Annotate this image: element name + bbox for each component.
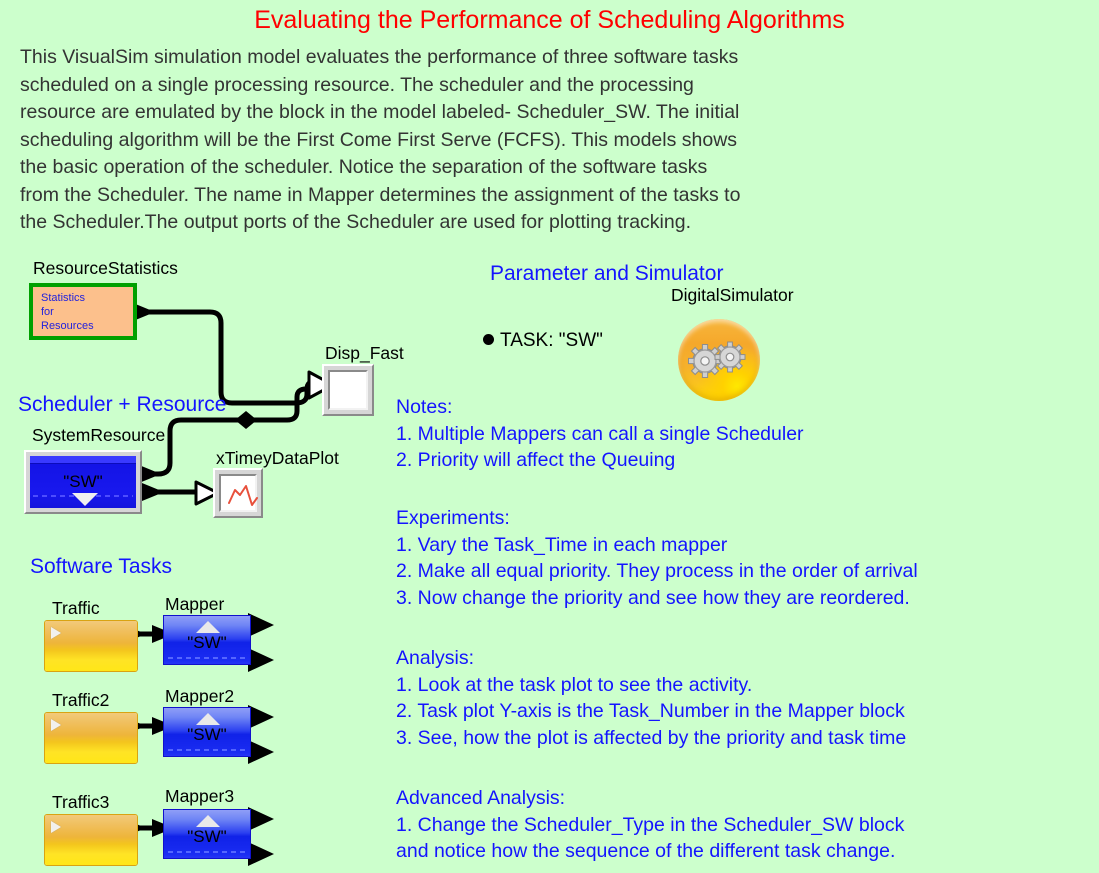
- analysis-heading: Analysis:: [396, 647, 475, 669]
- resource-statistics-body: Statistics for Resources: [41, 292, 94, 332]
- traffic-block[interactable]: [44, 620, 138, 672]
- system-resource-value: "SW": [63, 472, 103, 491]
- digital-simulator-block[interactable]: [678, 319, 760, 401]
- mapper-label: Mapper3: [165, 786, 235, 806]
- notes-item: 1. Multiple Mappers can call a single Sc…: [396, 422, 804, 445]
- intro-paragraph: This VisualSim simulation model evaluate…: [20, 44, 920, 237]
- notes-section: Notes: 1. Multiple Mappers can call a si…: [396, 394, 804, 474]
- intro-line: This VisualSim simulation model evaluate…: [20, 46, 739, 68]
- experiments-heading: Experiments:: [396, 507, 510, 529]
- traffic-block[interactable]: [44, 712, 138, 764]
- resource-statistics-block[interactable]: Statistics for Resources: [29, 283, 137, 340]
- advanced-analysis-section: Advanced Analysis: 1. Change the Schedul…: [396, 785, 904, 865]
- analysis-item: 2. Task plot Y-axis is the Task_Number i…: [396, 700, 905, 722]
- system-resource-label: SystemResource: [32, 425, 166, 445]
- section-scheduler-resource: Scheduler + Resource: [18, 393, 227, 416]
- mapper-block[interactable]: "SW": [163, 707, 251, 757]
- mapper-value: "SW": [187, 633, 227, 652]
- play-icon: [51, 821, 61, 833]
- page-title: Evaluating the Performance of Scheduling…: [254, 6, 845, 34]
- mapper-block[interactable]: "SW": [163, 809, 251, 859]
- task-parameter-text: TASK: "SW": [500, 330, 603, 351]
- advanced-analysis-item: and notice how the sequence of the diffe…: [396, 840, 896, 862]
- mapper-block[interactable]: "SW": [163, 615, 251, 665]
- system-resource-face: "SW": [30, 456, 136, 508]
- section-software-tasks: Software Tasks: [30, 555, 173, 578]
- disp-fast-screen: [328, 370, 368, 410]
- traffic-block[interactable]: [44, 814, 138, 866]
- model-canvas: Evaluating the Performance of Scheduling…: [0, 0, 1099, 873]
- advanced-analysis-heading: Advanced Analysis:: [396, 787, 566, 809]
- mapper-value: "SW": [187, 725, 227, 744]
- disp-fast-label: Disp_Fast: [325, 343, 404, 363]
- mapper-label: Mapper2: [165, 686, 235, 706]
- experiments-section: Experiments: 1. Vary the Task_Time in ea…: [396, 505, 918, 611]
- intro-line: from the Scheduler. The name in Mapper d…: [20, 183, 741, 206]
- waveform-icon: [228, 485, 258, 506]
- notes-heading: Notes:: [396, 396, 453, 418]
- analysis-item: 3. See, how the plot is affected by the …: [396, 726, 907, 749]
- xtimey-plot-block[interactable]: [213, 468, 263, 518]
- resource-statistics-label: ResourceStatistics: [33, 258, 178, 278]
- analysis-item: 1. Look at the task plot to see the acti…: [396, 673, 753, 696]
- triangle-up-icon: [196, 815, 220, 827]
- mapper-dashbar: [168, 851, 246, 853]
- experiments-item: 1. Vary the Task_Time in each mapper: [396, 533, 728, 556]
- play-icon: [51, 627, 61, 639]
- mapper-dashbar: [168, 657, 246, 659]
- triangle-up-icon: [196, 621, 220, 633]
- advanced-analysis-item: 1. Change the Scheduler_Type in the Sche…: [396, 813, 905, 836]
- analysis-section: Analysis: 1. Look at the task plot to se…: [396, 645, 906, 751]
- experiments-item: 3. Now change the priority and see how t…: [396, 586, 910, 609]
- mapper-value: "SW": [187, 827, 227, 846]
- notes-item: 2. Priority will affect the Queuing: [396, 449, 676, 471]
- intro-line: the basic operation of the scheduler. No…: [20, 156, 708, 178]
- xtimey-plot-screen: [219, 474, 258, 512]
- traffic-label: Traffic2: [52, 690, 110, 710]
- gears-icon: [688, 341, 746, 378]
- intro-line: resource are emulated by the block in th…: [20, 101, 740, 123]
- bullet-icon: [483, 334, 494, 345]
- task-parameter: TASK: "SW": [483, 330, 603, 352]
- mapper-label: Mapper: [165, 594, 225, 614]
- intro-line: scheduling algorithm will be the First C…: [20, 128, 738, 151]
- triangle-up-icon: [196, 713, 220, 725]
- play-icon: [51, 719, 61, 731]
- experiments-item: 2. Make all equal priority. They process…: [396, 560, 918, 582]
- disp-fast-block[interactable]: [322, 364, 374, 416]
- triangle-down-icon: [72, 493, 98, 506]
- intro-line: scheduled on a single processing resourc…: [20, 73, 694, 96]
- section-parameter-simulator: Parameter and Simulator: [490, 262, 724, 285]
- mapper-dashbar: [168, 749, 246, 751]
- system-resource-block[interactable]: "SW": [24, 450, 142, 514]
- system-resource-topbar: [30, 456, 136, 464]
- digital-simulator-label: DigitalSimulator: [671, 285, 794, 305]
- intro-line: the Scheduler.The output ports of the Sc…: [20, 211, 691, 233]
- traffic-label: Traffic: [52, 598, 100, 618]
- traffic-label: Traffic3: [52, 792, 110, 812]
- xtimey-plot-label: xTimeyDataPlot: [216, 448, 339, 468]
